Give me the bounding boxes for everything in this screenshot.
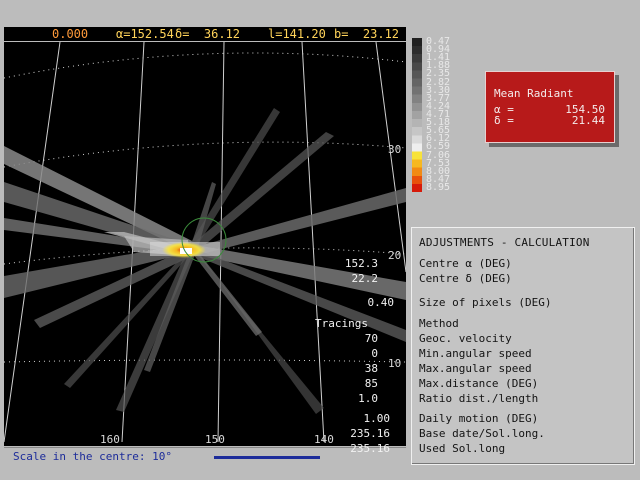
adjust-label: Size of pixels (DEG) xyxy=(419,296,552,309)
adjust-label: Method xyxy=(419,317,459,330)
adjustments-title: ADJUSTMENTS - CALCULATION xyxy=(419,236,590,249)
status-galactic-b: b= 23.12 xyxy=(334,27,400,41)
dec-circle-upper xyxy=(4,52,406,79)
mean-radiant-delta-value: 21.44 xyxy=(571,114,605,127)
ra-meridian-4 xyxy=(301,42,325,443)
adjust-label: Ratio dist./length xyxy=(419,392,539,405)
adjust-value[interactable]: 235.16 xyxy=(350,442,390,455)
sky-map-canvas: 160 150 140 30 20 10 xyxy=(4,42,406,446)
adjust-value[interactable]: 0.40 xyxy=(368,296,395,309)
scale-label: Scale in the centre: 10° xyxy=(13,450,172,463)
ra-tick-140: 140 xyxy=(314,433,334,446)
adjust-value[interactable]: 1.0 xyxy=(358,392,378,405)
adjust-label: Base date/Sol.long. xyxy=(419,427,545,440)
mean-radiant-delta-label: δ = xyxy=(494,114,514,127)
ra-meridian-1 xyxy=(4,42,61,443)
status-bar: 0.000 α=152.54 δ= 36.12 l=141.20 b= 23.1… xyxy=(4,27,406,41)
adjust-label: Min.angular speed xyxy=(419,347,532,360)
status-galactic-l: l=141.20 xyxy=(268,27,326,41)
adjust-label: Centre α (DEG) xyxy=(419,257,512,270)
adjust-label: Max.distance (DEG) xyxy=(419,377,539,390)
adjust-value[interactable]: 70 xyxy=(365,332,378,345)
density-legend: 0.47 0.94 1.41 1.88 2.35 2.82 3.30 3.77 4.24 4.71… xyxy=(412,37,472,194)
adjust-label: Daily motion (DEG) xyxy=(419,412,539,425)
ra-tick-160: 160 xyxy=(100,433,120,446)
adjust-label: Centre δ (DEG) xyxy=(419,272,512,285)
status-alpha: α=152.54 xyxy=(116,27,174,41)
dec-circle-30 xyxy=(4,141,406,168)
scale-bar xyxy=(214,456,320,459)
adjust-value[interactable]: 22.2 xyxy=(352,272,379,285)
ra-meridian-5 xyxy=(375,42,406,273)
adjust-value[interactable]: 85 xyxy=(365,377,378,390)
dec-tick-20: 20 xyxy=(388,249,401,262)
dec-tick-10: 10 xyxy=(388,357,401,370)
status-delta: δ= 36.12 xyxy=(175,27,241,41)
adjust-label: Max.angular speed xyxy=(419,362,532,375)
dec-tick-30: 30 xyxy=(388,143,401,156)
mean-radiant-panel: Mean Radiant α = 154.50 δ = 21.44 xyxy=(485,71,615,143)
sky-map[interactable]: 160 150 140 30 20 10 xyxy=(4,42,406,446)
dec-circle-10 xyxy=(4,359,406,363)
mean-radiant-title: Mean Radiant xyxy=(494,87,574,100)
adjust-label: Geoc. velocity xyxy=(419,332,512,345)
legend-value: 8.95 xyxy=(426,181,451,193)
adjust-value[interactable]: 0 xyxy=(371,347,378,360)
adjust-value[interactable]: 152.3 xyxy=(345,257,378,270)
adjust-value[interactable]: 1.00 xyxy=(364,412,391,425)
adjustments-panel: ADJUSTMENTS - CALCULATION Centre α (DEG)… xyxy=(315,227,635,465)
ra-tick-150: 150 xyxy=(205,433,225,446)
status-time: 0.000 xyxy=(52,27,89,41)
legend-color-bar xyxy=(412,38,422,192)
adjust-value[interactable]: Tracings xyxy=(315,317,368,330)
scale-strip: Scale in the centre: 10° xyxy=(4,447,406,466)
adjust-label: Used Sol.long xyxy=(419,442,506,455)
adjust-value[interactable]: 38 xyxy=(365,362,378,375)
adjust-value[interactable]: 235.16 xyxy=(350,427,390,440)
